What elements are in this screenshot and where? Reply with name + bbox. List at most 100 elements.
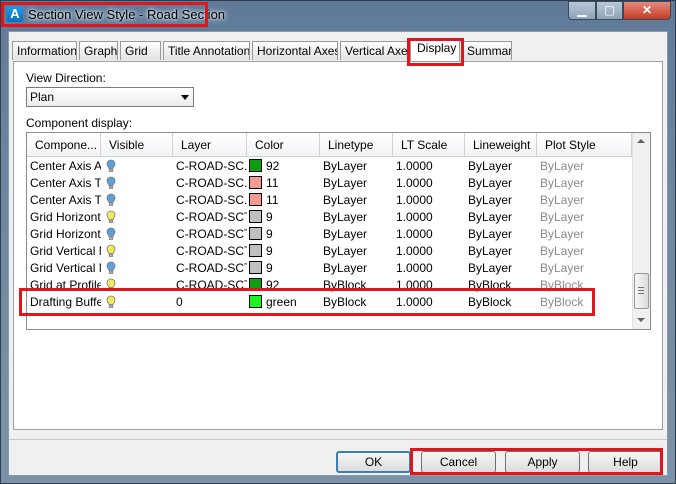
table-row[interactable]: Center Axis Ar C-ROAD-SC... 92 ByLayer 1.000… [27,158,632,175]
lineweight-cell[interactable]: ByLayer [465,209,537,226]
color-cell[interactable]: 9 [247,260,320,277]
layer-cell[interactable]: C-ROAD-SCTN [173,243,247,260]
component-cell[interactable]: Grid Vertical Ma [27,243,101,260]
lineweight-cell[interactable]: ByLayer [465,243,537,260]
lt-scale-cell[interactable]: 1.0000 [393,192,465,209]
layer-cell[interactable]: C-ROAD-SC... [173,158,247,175]
lightbulb-icon[interactable] [106,210,116,224]
component-cell[interactable]: Grid Horizontal [27,209,101,226]
tab-title-annotation[interactable]: Title Annotation [163,41,250,60]
lightbulb-icon[interactable] [106,176,116,190]
plot-style-cell[interactable]: ByLayer [537,260,632,277]
lineweight-cell[interactable]: ByLayer [465,260,537,277]
tab-information[interactable]: Information [12,41,77,60]
layer-cell[interactable]: C-ROAD-SC... [173,175,247,192]
plot-style-cell[interactable]: ByLayer [537,192,632,209]
title-bar[interactable]: A Section View Style - Road Section ▁ ▢ … [1,1,675,29]
linetype-cell[interactable]: ByLayer [320,209,393,226]
layer-cell[interactable]: C-ROAD-SCTN [173,260,247,277]
view-direction-select[interactable]: Plan [26,87,194,107]
maximize-button[interactable]: ▢ [596,1,623,20]
visible-cell[interactable] [101,226,173,243]
column-header-plot-style[interactable]: Plot Style [537,133,632,157]
tab-grid[interactable]: Grid [120,41,161,60]
plot-style-cell[interactable]: ByLayer [537,226,632,243]
linetype-cell[interactable]: ByLayer [320,175,393,192]
column-header-color[interactable]: Color [247,133,320,157]
lineweight-cell[interactable]: ByLayer [465,175,537,192]
column-header-visible[interactable]: Visible [101,133,173,157]
layer-cell[interactable]: C-ROAD-SCTN [173,226,247,243]
minimize-button[interactable]: ▁ [568,1,596,20]
lineweight-cell[interactable]: ByLayer [465,226,537,243]
column-header-lineweight[interactable]: Lineweight [465,133,537,157]
lineweight-cell[interactable]: ByLayer [465,158,537,175]
scrollbar-thumb[interactable] [634,273,649,309]
table-row[interactable]: Center Axis TicC-ROAD-SC...11ByLayer1.00… [27,175,632,192]
lightbulb-icon[interactable] [106,159,116,173]
plot-style-cell[interactable]: ByLayer [537,158,632,175]
color-swatch [249,193,262,206]
component-cell[interactable]: Center Axis Tic [27,192,101,209]
scroll-up-arrow-icon[interactable] [637,139,645,143]
lightbulb-icon[interactable] [106,261,116,275]
chevron-down-icon[interactable] [181,95,189,100]
scroll-down-arrow-icon[interactable] [637,318,645,322]
column-header-layer[interactable]: Layer [173,133,247,157]
linetype-cell[interactable]: ByLayer [320,192,393,209]
linetype-cell[interactable]: ByLayer [320,243,393,260]
grid-vertical-scrollbar[interactable] [632,133,650,329]
linetype-cell[interactable]: ByLayer [320,260,393,277]
color-cell[interactable]: 9 [247,226,320,243]
lt-scale-cell[interactable]: 1.0000 [393,158,465,175]
color-cell[interactable]: 11 [247,175,320,192]
lineweight-cell[interactable]: ByLayer [465,192,537,209]
lt-scale-cell[interactable]: 1.0000 [393,226,465,243]
lt-scale-cell[interactable]: 1.0000 [393,209,465,226]
lightbulb-icon[interactable] [106,193,116,207]
component-cell[interactable]: Grid Horizontal [27,226,101,243]
table-row[interactable]: Grid HorizontalC-ROAD-SCTN9ByLayer1.0000… [27,226,632,243]
layer-cell[interactable]: C-ROAD-SC... [173,192,247,209]
column-header-lt-scale[interactable]: LT Scale [393,133,465,157]
color-cell[interactable]: 9 [247,209,320,226]
visible-cell[interactable] [101,158,173,175]
lt-scale-cell[interactable]: 1.0000 [393,243,465,260]
plot-style-cell[interactable]: ByLayer [537,209,632,226]
component-cell[interactable]: Grid Vertical Mi [27,260,101,277]
visible-cell[interactable] [101,243,173,260]
layer-cell[interactable]: C-ROAD-SCTN [173,209,247,226]
tab-summary[interactable]: Summary [462,41,512,60]
ok-button[interactable]: OK [336,451,411,473]
table-row[interactable]: Grid HorizontalC-ROAD-SCTN9ByLayer1.0000… [27,209,632,226]
color-cell[interactable]: 11 [247,192,320,209]
component-cell[interactable]: Center Axis Tic [27,175,101,192]
plot-style-cell[interactable]: ByLayer [537,243,632,260]
visible-cell[interactable] [101,260,173,277]
component-cell[interactable]: Center Axis Ar [27,158,101,175]
visible-cell[interactable] [101,209,173,226]
linetype-cell[interactable]: ByLayer [320,158,393,175]
lt-scale-cell[interactable]: 1.0000 [393,260,465,277]
table-row[interactable]: Grid Vertical MiC-ROAD-SCTN9ByLayer1.000… [27,260,632,277]
tab-vertical-axes[interactable]: Vertical Axes [340,41,408,60]
lightbulb-icon[interactable] [106,227,116,241]
view-direction-label: View Direction: [26,71,106,85]
linetype-cell[interactable]: ByLayer [320,226,393,243]
close-button[interactable]: ✕ [623,1,671,20]
table-row[interactable]: Center Axis TicC-ROAD-SC...11ByLayer1.00… [27,192,632,209]
visible-cell[interactable] [101,175,173,192]
tab-graph[interactable]: Graph [79,41,118,60]
color-value: 9 [266,261,273,275]
tab-horizontal-axes[interactable]: Horizontal Axes [252,41,338,60]
plot-style-cell[interactable]: ByLayer [537,175,632,192]
lt-scale-cell[interactable]: 1.0000 [393,175,465,192]
column-header-component[interactable]: Compone... [27,133,101,157]
table-row[interactable]: Grid Vertical MaC-ROAD-SCTN9ByLayer1.000… [27,243,632,260]
color-swatch [249,176,262,189]
color-cell[interactable]: 92 [247,158,320,175]
column-header-linetype[interactable]: Linetype [320,133,393,157]
color-cell[interactable]: 9 [247,243,320,260]
visible-cell[interactable] [101,192,173,209]
lightbulb-icon[interactable] [106,244,116,258]
